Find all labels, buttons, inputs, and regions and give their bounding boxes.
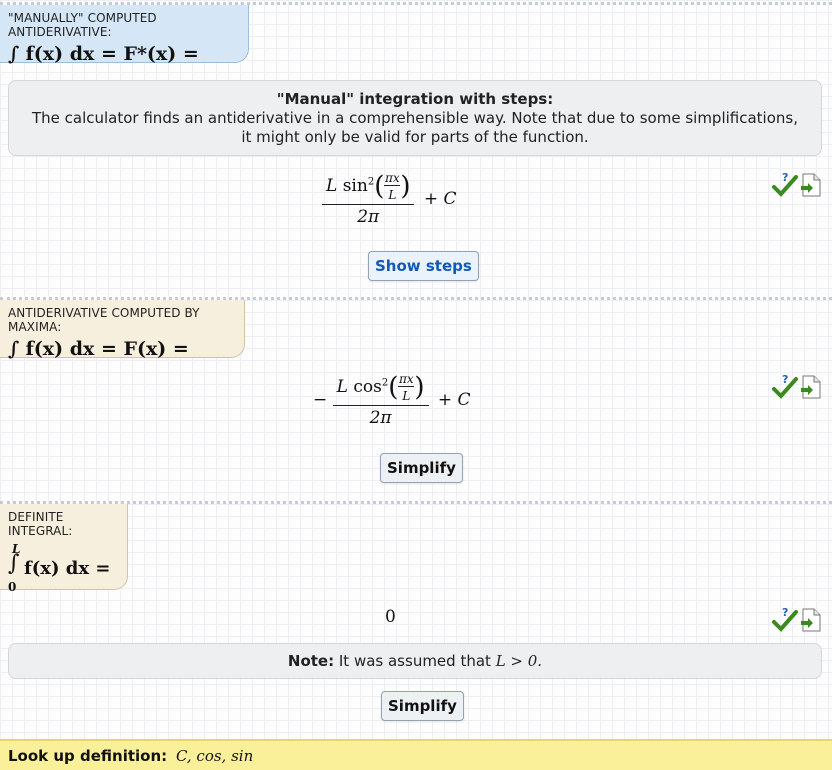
manual-antiderivative-label: "MANUALLY" COMPUTED ANTIDERIVATIVE: ∫ f(… xyxy=(0,5,249,65)
lookup-definition-bar: Look up definition: C, cos, sin xyxy=(0,739,832,770)
manual-result-actions: ? xyxy=(772,171,824,199)
show-steps-button[interactable]: Show steps xyxy=(368,251,479,281)
section-label-text: ANTIDERIVATIVE COMPUTED BY MAXIMA: xyxy=(8,306,200,334)
export-document-icon[interactable] xyxy=(800,608,822,632)
result-denominator: 2π xyxy=(322,204,415,227)
section-label-formula: ∫ f(x) dx = F*(x) = xyxy=(8,43,199,65)
svg-text:?: ? xyxy=(782,606,788,619)
definite-integral-formula: L ∫ f(x) dx = 0 xyxy=(8,538,119,598)
result-sign: − xyxy=(313,390,328,410)
definite-integral-label: DEFINITE INTEGRAL: L ∫ f(x) dx = 0 xyxy=(0,504,128,594)
maxima-result-actions: ? xyxy=(772,373,824,401)
export-document-icon[interactable] xyxy=(800,173,822,197)
section-label-formula: ∫ f(x) dx = F(x) = xyxy=(8,338,189,360)
info-text: The calculator finds an antiderivative i… xyxy=(31,109,798,146)
note-label: Note: xyxy=(287,652,335,670)
result-fn: sin xyxy=(342,176,368,196)
result-tail: + C xyxy=(423,189,457,209)
result-coef: L xyxy=(336,377,348,397)
result-inner-num: πx xyxy=(385,171,400,185)
maxima-simplify-button[interactable]: Simplify xyxy=(380,453,463,483)
section-label-formula: f(x) dx = xyxy=(24,558,111,579)
definite-simplify-button[interactable]: Simplify xyxy=(381,691,464,721)
section-label-text: DEFINITE INTEGRAL: xyxy=(8,510,73,538)
note-text: It was assumed that xyxy=(338,652,491,670)
result-coef: L xyxy=(326,176,338,196)
result-inner-den: L xyxy=(398,386,415,403)
maxima-antiderivative-label: ANTIDERIVATIVE COMPUTED BY MAXIMA: ∫ f(x… xyxy=(0,300,245,360)
info-title: "Manual" integration with steps: xyxy=(276,90,554,108)
svg-text:?: ? xyxy=(782,373,788,386)
manual-antiderivative-section: "MANUALLY" COMPUTED ANTIDERIVATIVE: ∫ f(… xyxy=(0,2,832,297)
result-denominator: 2π xyxy=(332,405,429,428)
maxima-antiderivative-section: ANTIDERIVATIVE COMPUTED BY MAXIMA: ∫ f(x… xyxy=(0,297,832,501)
manual-integration-info-box: "Manual" integration with steps: The cal… xyxy=(8,80,822,156)
lookup-label: Look up definition: xyxy=(8,747,168,765)
lookup-terms[interactable]: C, cos, sin xyxy=(176,747,253,765)
result-inner-num: πx xyxy=(399,372,414,386)
result-fn: cos xyxy=(353,377,382,397)
note-math: L > 0. xyxy=(495,652,543,670)
definite-result-actions: ? xyxy=(772,606,824,634)
integral-sign: ∫ xyxy=(8,551,20,576)
section-label-text: "MANUALLY" COMPUTED ANTIDERIVATIVE: xyxy=(8,11,157,39)
manual-result-formula: L sin2(πx L) 2π + C xyxy=(322,171,457,227)
assumption-note-box: Note: It was assumed that L > 0. xyxy=(8,643,822,679)
result-tail: + C xyxy=(437,390,471,410)
definite-integral-section: DEFINITE INTEGRAL: L ∫ f(x) dx = 0 0 ? N… xyxy=(0,501,832,739)
svg-text:?: ? xyxy=(782,171,788,184)
definite-integral-result: 0 xyxy=(385,607,396,627)
lower-bound: 0 xyxy=(8,580,17,594)
export-document-icon[interactable] xyxy=(800,375,822,399)
maxima-result-formula: − L cos2(πx L) 2π + C xyxy=(313,372,471,428)
result-inner-den: L xyxy=(384,185,401,202)
